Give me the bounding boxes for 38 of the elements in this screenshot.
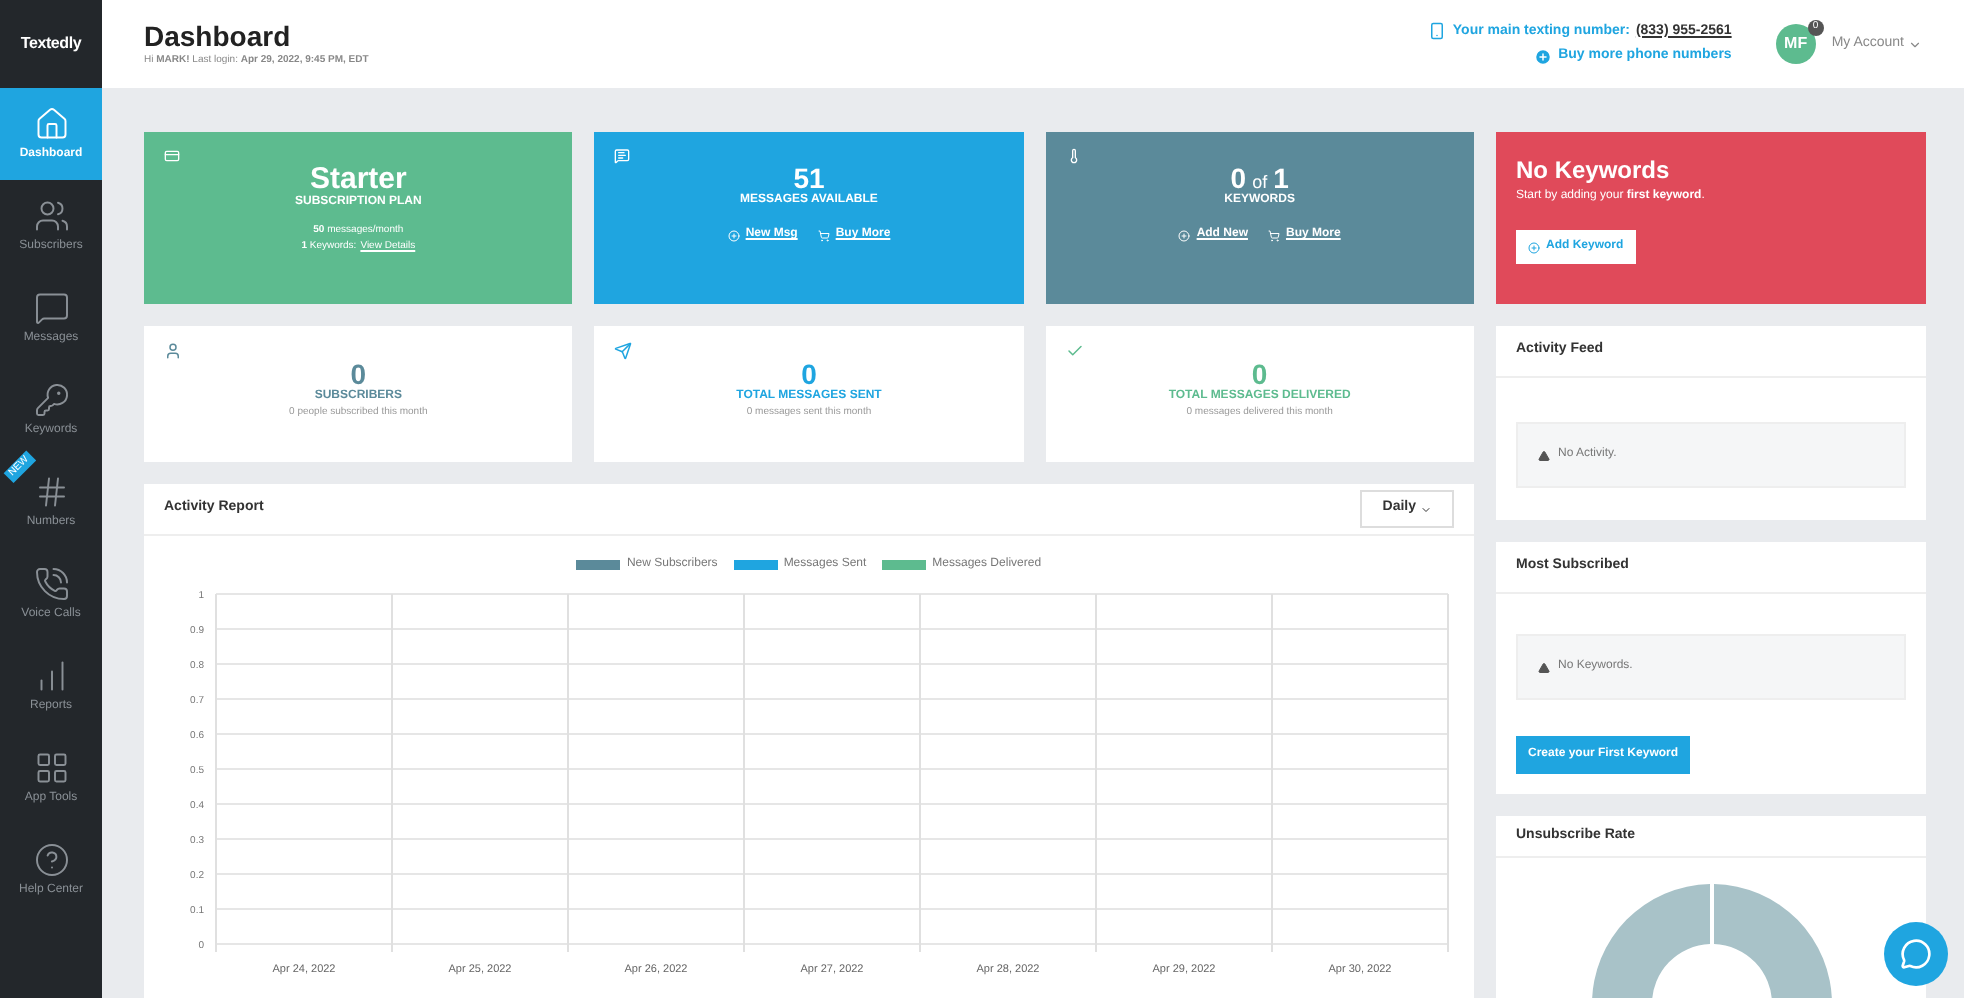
caret-icon bbox=[1908, 37, 1922, 51]
home-icon bbox=[33, 105, 69, 141]
add-icon bbox=[1528, 241, 1540, 253]
stat-value: 0 bbox=[1251, 360, 1268, 388]
people-icon bbox=[33, 197, 69, 233]
phone-icon bbox=[1428, 22, 1447, 41]
help-icon bbox=[33, 841, 69, 877]
add-icon bbox=[1178, 229, 1191, 241]
of-text: of bbox=[1252, 174, 1268, 192]
grid-icon bbox=[33, 749, 69, 785]
card-icon bbox=[164, 148, 180, 164]
stat-value: 0 bbox=[801, 360, 817, 388]
message-icon bbox=[33, 289, 69, 325]
hash-icon bbox=[33, 473, 69, 509]
caret-icon bbox=[1420, 503, 1432, 515]
add-icon bbox=[1534, 47, 1553, 66]
card-total: 1 bbox=[1273, 164, 1289, 192]
phone-icon bbox=[33, 565, 69, 601]
keys-icon bbox=[33, 381, 69, 417]
card-value: 51 bbox=[793, 164, 825, 192]
cart-icon bbox=[1267, 229, 1280, 241]
stat-value: 0 bbox=[350, 360, 367, 388]
message-icon bbox=[614, 148, 631, 164]
alert-title: No Keywords bbox=[1516, 154, 1672, 188]
thermometer-icon bbox=[1065, 148, 1082, 164]
card-value: 0 bbox=[1230, 164, 1247, 192]
chat-icon bbox=[1900, 938, 1932, 970]
warning-icon bbox=[1538, 449, 1550, 461]
warning-icon bbox=[1538, 661, 1550, 673]
check-icon bbox=[1065, 342, 1084, 360]
plan-name: Starter bbox=[309, 164, 407, 194]
chat-launcher-button[interactable] bbox=[1884, 922, 1948, 986]
page-title: Dashboard bbox=[144, 19, 293, 54]
cart-icon bbox=[817, 229, 830, 241]
logo[interactable]: Textedly bbox=[20, 32, 82, 56]
add-icon bbox=[727, 229, 740, 241]
send-icon bbox=[614, 342, 633, 360]
person-icon bbox=[164, 342, 182, 360]
